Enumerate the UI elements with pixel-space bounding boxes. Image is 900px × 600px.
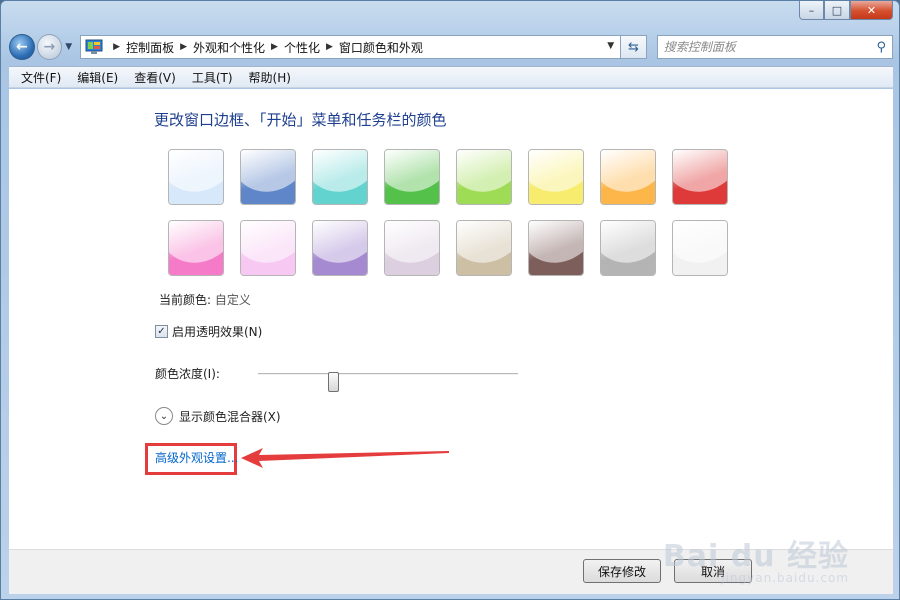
button-bar: 保存修改 取消	[9, 549, 893, 594]
intensity-slider-thumb[interactable]	[327, 372, 339, 392]
chevron-right-icon[interactable]: ▶	[326, 42, 333, 52]
transparency-label[interactable]: 启用透明效果(N)	[172, 323, 262, 340]
recent-pages-dropdown[interactable]: ▼	[65, 42, 72, 52]
transparency-checkbox[interactable]: ✓	[155, 325, 168, 338]
address-bar[interactable]: ▶ 控制面板 ▶ 外观和个性化 ▶ 个性化 ▶ 窗口颜色和外观 ▼	[80, 35, 622, 59]
color-swatch[interactable]	[312, 220, 368, 276]
color-swatch[interactable]	[312, 149, 368, 205]
menu-file[interactable]: 文件(F)	[13, 69, 69, 86]
minimize-icon: –	[808, 3, 815, 17]
color-swatch[interactable]	[672, 220, 728, 276]
color-swatch[interactable]	[528, 149, 584, 205]
control-panel-icon	[85, 39, 103, 54]
cancel-button[interactable]: 取消	[674, 559, 752, 583]
chevron-right-icon: ▶	[113, 42, 121, 52]
minimize-button[interactable]: –	[799, 1, 824, 20]
menu-bar: 文件(F) 编辑(E) 查看(V) 工具(T) 帮助(H)	[9, 66, 893, 88]
menu-view[interactable]: 查看(V)	[126, 69, 184, 86]
color-swatch[interactable]	[672, 149, 728, 205]
breadcrumb-personalization[interactable]: 个性化	[284, 39, 320, 56]
close-button[interactable]: ✕	[850, 1, 893, 20]
search-input[interactable]	[663, 40, 877, 54]
menu-tools[interactable]: 工具(T)	[184, 69, 241, 86]
color-swatch[interactable]	[456, 220, 512, 276]
color-mixer-toggle[interactable]: ⌄ 显示颜色混合器(X)	[155, 407, 281, 425]
forward-button[interactable]: →	[36, 34, 63, 60]
color-swatch[interactable]	[240, 149, 296, 205]
chevron-right-icon[interactable]: ▶	[180, 42, 187, 52]
window: – □ ✕ ← → ▼ ▶ 控制面板 ▶ 外观和个性化 ▶ 个性化 ▶ 窗口颜色…	[0, 0, 900, 600]
arrow-right-icon: →	[43, 39, 56, 55]
back-button[interactable]: ←	[9, 34, 35, 60]
breadcrumb-appearance[interactable]: 外观和个性化	[193, 39, 265, 56]
checkmark-icon: ✓	[157, 326, 166, 337]
current-color-label: 当前颜色:	[159, 293, 212, 307]
color-swatch[interactable]	[528, 220, 584, 276]
arrow-left-icon: ←	[15, 39, 28, 55]
color-swatch[interactable]	[384, 149, 440, 205]
advanced-appearance-link[interactable]: 高级外观设置...	[155, 449, 238, 466]
color-swatch[interactable]	[168, 149, 224, 205]
page-title: 更改窗口边框、「开始」菜单和任务栏的颜色	[154, 111, 447, 129]
refresh-button[interactable]: ⇆	[621, 35, 647, 59]
breadcrumb-window-color[interactable]: 窗口颜色和外观	[339, 39, 423, 56]
transparency-row[interactable]: ✓ 启用透明效果(N)	[155, 323, 262, 340]
chevron-down-icon[interactable]: ⌄	[155, 407, 173, 425]
caption-buttons: – □ ✕	[799, 1, 893, 20]
current-color: 当前颜色: 自定义	[159, 291, 251, 308]
color-swatch[interactable]	[168, 220, 224, 276]
color-swatch[interactable]	[456, 149, 512, 205]
save-button[interactable]: 保存修改	[583, 559, 661, 583]
refresh-icon: ⇆	[628, 39, 639, 55]
intensity-label: 颜色浓度(I):	[155, 367, 220, 381]
breadcrumb-control-panel[interactable]: 控制面板	[126, 39, 174, 56]
close-icon: ✕	[866, 3, 877, 17]
color-swatch[interactable]	[600, 149, 656, 205]
intensity-slider-track[interactable]	[258, 372, 518, 392]
navigation-bar: ← → ▼ ▶ 控制面板 ▶ 外观和个性化 ▶ 个性化 ▶ 窗口颜色和外观 ▼ …	[9, 33, 894, 61]
menu-help[interactable]: 帮助(H)	[241, 69, 299, 86]
search-icon[interactable]: ⚲	[876, 40, 886, 55]
address-dropdown-icon[interactable]: ▼	[607, 41, 614, 51]
maximize-icon: □	[831, 3, 843, 17]
color-mixer-label[interactable]: 显示颜色混合器(X)	[179, 408, 281, 425]
menu-edit[interactable]: 编辑(E)	[69, 69, 126, 86]
color-swatch[interactable]	[240, 220, 296, 276]
intensity-row: 颜色浓度(I):	[155, 365, 535, 392]
color-swatch[interactable]	[384, 220, 440, 276]
current-color-value: 自定义	[214, 293, 251, 307]
content-area: 更改窗口边框、「开始」菜单和任务栏的颜色 当前颜色: 自定义 ✓ 启用透明效果(…	[9, 89, 893, 549]
chevron-right-icon[interactable]: ▶	[271, 42, 278, 52]
red-arrow-annotation	[241, 448, 449, 468]
color-swatch[interactable]	[600, 220, 656, 276]
maximize-button[interactable]: □	[824, 1, 850, 20]
search-box[interactable]: ⚲	[656, 35, 894, 59]
